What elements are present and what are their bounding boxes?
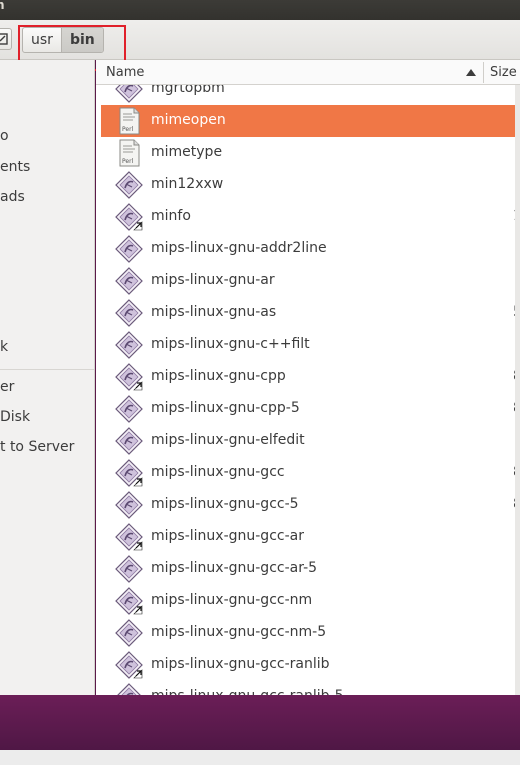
file-name: mips-linux-gnu-gcc-5 bbox=[151, 496, 299, 512]
file-name: mimeopen bbox=[151, 112, 226, 128]
file-row[interactable]: mips-linux-gnu-cpp-58 bbox=[101, 393, 520, 425]
file-name: mips-linux-gnu-c++filt bbox=[151, 336, 310, 352]
scrollbar[interactable] bbox=[515, 85, 520, 695]
executable-icon bbox=[115, 427, 143, 455]
executable-link-icon bbox=[115, 203, 143, 231]
file-row[interactable]: min12xxw bbox=[101, 169, 520, 201]
window-title: n bbox=[0, 0, 5, 12]
desktop-wallpaper bbox=[0, 695, 520, 750]
file-name: mips-linux-gnu-elfedit bbox=[151, 432, 305, 448]
file-name: mips-linux-gnu-as bbox=[151, 304, 277, 320]
perl-script-icon: Perl bbox=[115, 139, 143, 167]
executable-icon bbox=[115, 85, 143, 103]
file-name: mips-linux-gnu-gcc-nm bbox=[151, 592, 313, 608]
column-divider[interactable] bbox=[483, 62, 484, 83]
file-name: mips-linux-gnu-gcc bbox=[151, 464, 285, 480]
bottom-panel bbox=[0, 750, 520, 765]
executable-icon bbox=[115, 395, 143, 423]
svg-text:Perl: Perl bbox=[122, 126, 134, 133]
file-row[interactable]: Perl mimeopen bbox=[101, 105, 520, 137]
file-name: mips-linux-gnu-gcc-ranlib-5 bbox=[151, 688, 343, 695]
executable-link-icon bbox=[115, 587, 143, 615]
file-name: mips-linux-gnu-cpp-5 bbox=[151, 400, 300, 416]
sidebar-item-documents[interactable]: ents bbox=[0, 159, 30, 175]
file-rows: mgrtopbm Perl mimeopen Perl mimetype min12xxw… bbox=[96, 85, 520, 695]
file-name: mgrtopbm bbox=[151, 85, 225, 96]
file-row[interactable]: mips-linux-gnu-ar bbox=[101, 265, 520, 297]
file-list-view: Name Size mgrtopbm Perl mimeopen Perl mimety… bbox=[96, 60, 520, 695]
svg-text:Perl: Perl bbox=[122, 158, 134, 165]
file-name: mips-linux-gnu-gcc-ranlib bbox=[151, 656, 330, 672]
file-row[interactable]: minfo1 bbox=[101, 201, 520, 233]
file-row[interactable]: mips-linux-gnu-as5 bbox=[101, 297, 520, 329]
sidebar-item-home[interactable]: o bbox=[0, 128, 9, 144]
window-titlebar: n bbox=[0, 0, 520, 20]
file-name: mips-linux-gnu-ar bbox=[151, 272, 275, 288]
file-row[interactable]: mips-linux-gnu-gcc-ar-5 bbox=[101, 553, 520, 585]
file-row[interactable]: mips-linux-gnu-cpp8 bbox=[101, 361, 520, 393]
executable-icon bbox=[115, 171, 143, 199]
executable-icon bbox=[115, 555, 143, 583]
executable-link-icon bbox=[115, 523, 143, 551]
sidebar-item-computer[interactable]: er bbox=[0, 379, 14, 395]
column-size-header[interactable]: Size bbox=[490, 65, 517, 80]
executable-icon bbox=[115, 491, 143, 519]
executable-link-icon bbox=[115, 651, 143, 679]
file-name: mips-linux-gnu-gcc-ar bbox=[151, 528, 304, 544]
file-row[interactable]: mips-linux-gnu-gcc-nm-5 bbox=[101, 617, 520, 649]
sidebar-item-downloads[interactable]: ads bbox=[0, 189, 25, 205]
file-name: mips-linux-gnu-gcc-ar-5 bbox=[151, 560, 318, 576]
column-name-header[interactable]: Name bbox=[106, 65, 144, 80]
sort-ascending-icon bbox=[466, 69, 476, 76]
file-name: min12xxw bbox=[151, 176, 224, 192]
file-name: mimetype bbox=[151, 144, 223, 160]
sidebar-item-connect-to-server[interactable]: t to Server bbox=[0, 439, 74, 455]
column-header: Name Size bbox=[96, 60, 520, 85]
file-row[interactable]: mgrtopbm bbox=[101, 85, 520, 105]
perl-script-icon: Perl bbox=[115, 107, 143, 135]
executable-link-icon bbox=[115, 363, 143, 391]
sidebar: o ents ads k er Disk t to Server bbox=[0, 60, 95, 695]
file-row[interactable]: mips-linux-gnu-gcc-ranlib-5 bbox=[101, 681, 520, 695]
executable-icon bbox=[115, 235, 143, 263]
executable-icon bbox=[115, 619, 143, 647]
file-name: mips-linux-gnu-gcc-nm-5 bbox=[151, 624, 327, 640]
executable-link-icon bbox=[115, 459, 143, 487]
sidebar-item-network[interactable]: k bbox=[0, 339, 8, 355]
file-row[interactable]: mips-linux-gnu-elfedit bbox=[101, 425, 520, 457]
file-row[interactable]: mips-linux-gnu-gcc-58 bbox=[101, 489, 520, 521]
file-row[interactable]: mips-linux-gnu-gcc-ar bbox=[101, 521, 520, 553]
file-name: mips-linux-gnu-cpp bbox=[151, 368, 286, 384]
executable-icon bbox=[115, 331, 143, 359]
file-row[interactable]: Perl mimetype bbox=[101, 137, 520, 169]
executable-icon bbox=[115, 267, 143, 295]
executable-icon bbox=[115, 299, 143, 327]
file-name: minfo bbox=[151, 208, 191, 224]
sidebar-item-disk[interactable]: Disk bbox=[0, 409, 30, 425]
file-row[interactable]: mips-linux-gnu-addr2line bbox=[101, 233, 520, 265]
file-row[interactable]: mips-linux-gnu-gcc-nm bbox=[101, 585, 520, 617]
file-row[interactable]: mips-linux-gnu-c++filt bbox=[101, 329, 520, 361]
edit-location-icon bbox=[0, 33, 8, 45]
file-row[interactable]: mips-linux-gnu-gcc8 bbox=[101, 457, 520, 489]
file-name: mips-linux-gnu-addr2line bbox=[151, 240, 327, 256]
executable-icon bbox=[115, 683, 143, 695]
location-toggle-button[interactable] bbox=[0, 28, 12, 50]
file-row[interactable]: mips-linux-gnu-gcc-ranlib bbox=[101, 649, 520, 681]
sidebar-separator bbox=[0, 369, 94, 370]
